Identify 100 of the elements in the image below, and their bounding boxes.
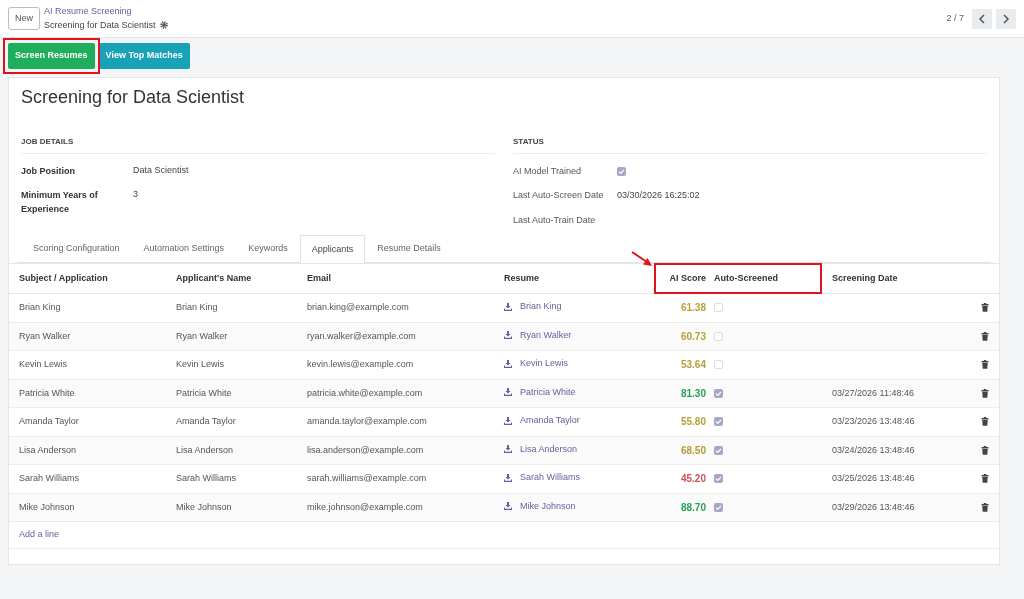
checkbox[interactable] (714, 502, 723, 512)
checkbox[interactable] (714, 417, 723, 427)
table-cell: Amanda Taylor (166, 407, 297, 436)
checkbox[interactable] (714, 445, 723, 455)
ai-score: 81.30 (680, 387, 706, 399)
arrow (631, 251, 653, 267)
table-cell: Mike Johnson (9, 493, 166, 522)
table-cell: amanda.taylor@example.com (297, 407, 494, 436)
breadcrumb-link[interactable]: AI Resume Screening (44, 5, 168, 19)
resume-link[interactable]: Brian King (504, 300, 562, 314)
download-icon (504, 388, 512, 397)
table-cell: 03/27/2026 11:48:46 (832, 387, 914, 398)
delete-icon[interactable] (981, 417, 989, 427)
column-header: Email (297, 263, 494, 294)
ai-score: 68.50 (680, 444, 706, 456)
settings-icon[interactable] (159, 21, 168, 30)
checkbox[interactable] (714, 474, 723, 484)
column-header: Applicant's Name (166, 263, 297, 294)
checkbox[interactable] (714, 388, 723, 398)
download-icon (504, 502, 512, 511)
column-header: Resume (494, 263, 654, 294)
checkbox[interactable] (714, 303, 723, 313)
delete-icon[interactable] (981, 388, 989, 398)
tab[interactable]: Resume Details (365, 235, 453, 262)
section-heading: STATUS (513, 135, 987, 154)
table-cell: 03/23/2026 13:48:46 (832, 416, 915, 426)
table-cell: Sarah Williams (9, 464, 166, 493)
table-cell: Patricia White (9, 379, 166, 408)
checkbox[interactable] (714, 360, 723, 370)
table-cell: Ryan Walker (9, 322, 166, 351)
table-cell: Amanda Taylor (9, 407, 166, 436)
table-cell: 03/24/2026 13:48:46 (832, 444, 915, 455)
download-icon (504, 359, 512, 368)
checkbox[interactable] (714, 331, 723, 341)
table-cell: kevin.lewis@example.com (297, 350, 494, 379)
table-cell: Mike Johnson (166, 493, 297, 522)
ai-score: 53.64 (680, 359, 706, 370)
column-header: Screening Date (822, 263, 965, 294)
table-cell: Kevin Lewis (9, 350, 166, 379)
table-cell: mike.johnson@example.com (297, 493, 494, 522)
table-cell: lisa.anderson@example.com (297, 436, 494, 465)
ai-score: 88.70 (680, 501, 706, 513)
chevron-right-icon (1002, 13, 1010, 24)
table-cell: Patricia White (166, 379, 297, 408)
form-title: Screening for Data Scientist (20, 85, 246, 109)
table-cell: ryan.walker@example.com (297, 322, 494, 351)
field-value: Data Scientist (133, 163, 189, 177)
table-cell: Brian King (9, 293, 166, 322)
column-header: AI Score (654, 263, 710, 294)
column-header: Subject / Application (9, 263, 166, 294)
record-title: Screening for Data Scientist (44, 18, 156, 32)
tab[interactable]: Scoring Configuration (21, 235, 132, 262)
field-label: Job Position (21, 164, 76, 178)
table-cell: patricia.white@example.com (297, 379, 494, 408)
section-heading: JOB DETAILS (21, 135, 495, 154)
ai-score: 61.38 (680, 302, 706, 313)
table-cell: 03/29/2026 13:48:46 (832, 501, 915, 512)
delete-icon[interactable] (981, 360, 989, 370)
ai-score: 45.20 (680, 473, 706, 484)
delete-icon[interactable] (981, 303, 989, 313)
resume-link[interactable]: Kevin Lewis (504, 357, 569, 371)
delete-icon[interactable] (981, 445, 989, 455)
field-value: 03/30/2026 16:25:02 (617, 189, 700, 202)
field-label: AI Model Trained (513, 164, 583, 178)
field-label: Minimum Years of Experience (21, 188, 99, 217)
delete-icon[interactable] (981, 331, 989, 341)
table-cell: Lisa Anderson (166, 436, 297, 465)
table-cell: Kevin Lewis (166, 350, 297, 379)
delete-icon[interactable] (981, 474, 989, 484)
resume-link[interactable]: Amanda Taylor (504, 414, 580, 428)
next-button[interactable] (996, 8, 1016, 29)
table-cell: Brian King (166, 293, 297, 322)
pager-count: 2 / 7 (946, 11, 964, 25)
download-icon (504, 445, 512, 454)
add-line-link[interactable]: Add a line (19, 529, 60, 539)
delete-icon[interactable] (981, 502, 989, 512)
download-icon (504, 473, 512, 482)
tab[interactable]: Applicants (299, 235, 366, 263)
new-button[interactable]: New (8, 6, 40, 31)
table-cell: Lisa Anderson (9, 436, 166, 465)
chevron-left-icon (978, 13, 986, 24)
checkbox[interactable] (617, 166, 626, 176)
tab[interactable]: Keywords (236, 235, 300, 262)
field-value: 3 (133, 187, 138, 201)
field-label: Last Auto-Screen Date (513, 189, 605, 202)
field-label: Last Auto-Train Date (513, 213, 597, 227)
table-cell: Ryan Walker (166, 322, 297, 351)
previous-button[interactable] (972, 8, 992, 29)
download-icon (504, 416, 512, 425)
ai-score: 55.80 (680, 416, 706, 427)
ai-score: 60.73 (680, 330, 706, 342)
tab[interactable]: Automation Settings (131, 235, 237, 262)
table-cell: 03/25/2026 13:48:46 (832, 473, 915, 483)
download-icon (504, 331, 512, 340)
table-cell: sarah.williams@example.com (297, 464, 494, 493)
download-icon (504, 302, 512, 311)
column-header: Auto-Screened (710, 263, 822, 294)
resume-link[interactable]: Sarah Williams (504, 471, 580, 485)
table-cell: Sarah Williams (166, 464, 297, 493)
table-cell: brian.king@example.com (297, 293, 494, 322)
